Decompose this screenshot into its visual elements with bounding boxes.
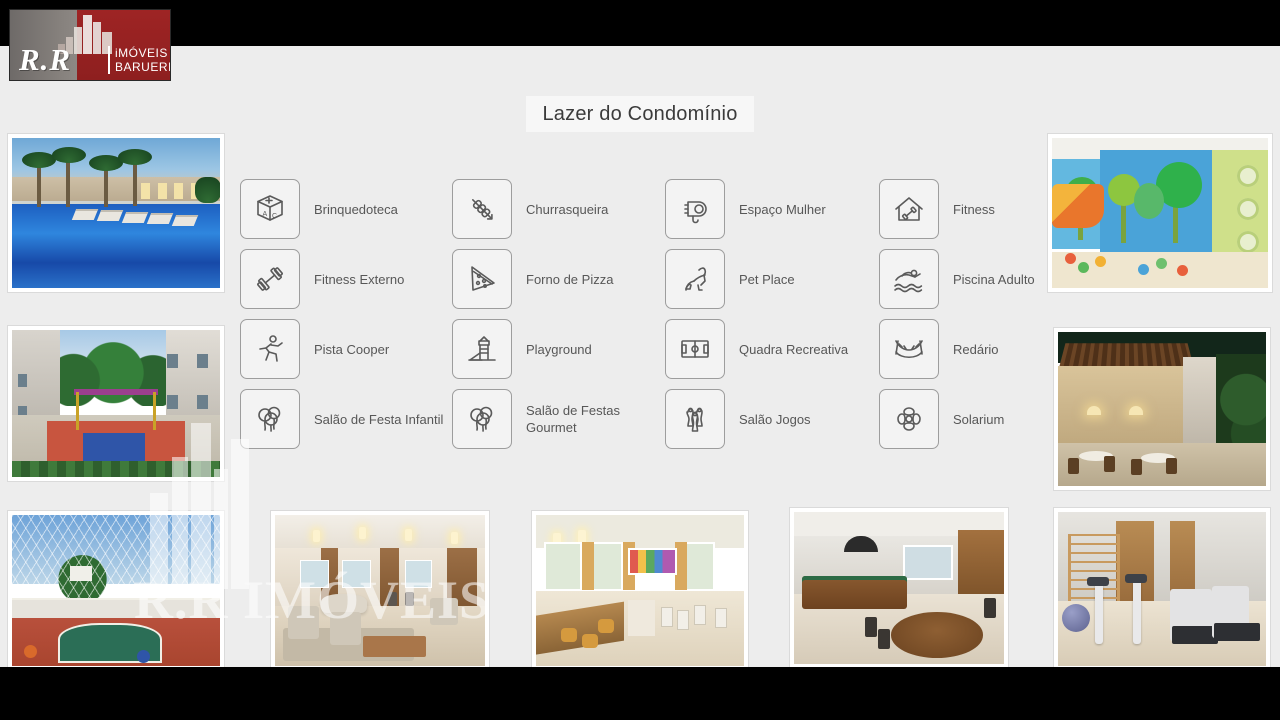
amenity-item[interactable]: Piscina Adulto [879, 249, 1035, 309]
amenity-item[interactable]: Espaço Mulher [665, 179, 826, 239]
photo-piscina [8, 134, 224, 292]
presentation-slide: R.R IMÓVEIS Lazer do Condomínio A C Brin… [0, 46, 1280, 670]
letterbox-top [0, 0, 1280, 46]
dumbbell-icon [240, 249, 300, 309]
playground-icon [452, 319, 512, 379]
amenity-item[interactable]: Pet Place [665, 249, 795, 309]
toy-blocks-icon: A C [240, 179, 300, 239]
page-title: Lazer do Condomínio [542, 102, 738, 125]
sun-flower-icon [879, 389, 939, 449]
skewer-icon [452, 179, 512, 239]
amenity-label: Piscina Adulto [953, 271, 1035, 287]
amenity-item[interactable]: Salão Jogos [665, 389, 811, 449]
photo-playground-quadra [8, 326, 224, 481]
runner-icon [240, 319, 300, 379]
sports-field-icon [665, 319, 725, 379]
amenity-label: Espaço Mulher [739, 201, 826, 217]
amenity-label: Pista Cooper [314, 341, 390, 357]
amenity-item[interactable]: Playground [452, 319, 592, 379]
svg-text:A: A [263, 211, 268, 218]
amenity-label: Quadra Recreativa [739, 341, 849, 357]
amenity-item[interactable]: Salão de Festas Gourmet [452, 389, 658, 449]
hairdryer-icon [665, 179, 725, 239]
photo-salao-jogos [790, 508, 1008, 668]
amenity-label: Solarium [953, 411, 1005, 427]
bowling-pins-icon [665, 389, 725, 449]
amenity-item[interactable]: Salão de Festa Infantil [240, 389, 443, 449]
amenity-label: Churrasqueira [526, 201, 609, 217]
pizza-slice-icon [452, 249, 512, 309]
logo-line-barueri: BARUERI [115, 60, 170, 74]
letterbox-bottom [0, 667, 1280, 720]
amenity-item[interactable]: Fitness [879, 179, 995, 239]
photo-churrasqueira [1054, 328, 1270, 490]
svg-text:C: C [272, 213, 277, 220]
amenity-label: Salão de Festa Infantil [314, 411, 444, 427]
amenity-label: Salão Jogos [739, 411, 811, 427]
amenity-label: Fitness [953, 201, 995, 217]
logo-initials: R.R [19, 42, 72, 77]
photo-salao-gourmet [532, 511, 748, 670]
logo-line-imoveis: iMÓVEIS [115, 46, 168, 60]
amenity-item[interactable]: A C Brinquedoteca [240, 179, 398, 239]
hammock-icon [879, 319, 939, 379]
slide-viewer: R.R IMÓVEIS Lazer do Condomínio A C Brin… [0, 0, 1280, 720]
photo-salao-lounge [271, 511, 489, 670]
home-gym-icon [879, 179, 939, 239]
amenity-item[interactable]: Forno de Pizza [452, 249, 613, 309]
amenity-item[interactable]: Solarium [879, 389, 1004, 449]
amenity-label: Salão de Festas Gourmet [526, 403, 620, 435]
amenity-item[interactable]: Pista Cooper [240, 319, 389, 379]
dog-icon [665, 249, 725, 309]
balloons-icon [452, 389, 512, 449]
photo-brinquedoteca [1048, 134, 1272, 292]
amenity-item[interactable]: Fitness Externo [240, 249, 404, 309]
logo-wordmark: iMÓVEIS BARUERI [115, 46, 170, 74]
slide-title-box: Lazer do Condomínio [526, 96, 754, 132]
amenity-label: Playground [526, 341, 592, 357]
photo-fitness [1054, 508, 1270, 670]
amenity-label: Brinquedoteca [314, 201, 398, 217]
amenity-grid: A C Brinquedoteca Fitness Externo Pista … [240, 179, 1040, 464]
photo-quadra-esportiva [8, 511, 224, 670]
amenity-label: Redário [953, 341, 999, 357]
amenity-item[interactable]: Quadra Recreativa [665, 319, 848, 379]
amenity-label: Pet Place [739, 271, 795, 287]
company-logo: R.R iMÓVEIS BARUERI [10, 10, 170, 80]
amenity-item[interactable]: Churrasqueira [452, 179, 608, 239]
balloons-icon [240, 389, 300, 449]
amenity-label: Fitness Externo [314, 271, 405, 287]
amenity-item[interactable]: Redário [879, 319, 999, 379]
logo-divider [108, 46, 110, 74]
amenity-label: Forno de Pizza [526, 271, 614, 287]
swimmer-icon [879, 249, 939, 309]
